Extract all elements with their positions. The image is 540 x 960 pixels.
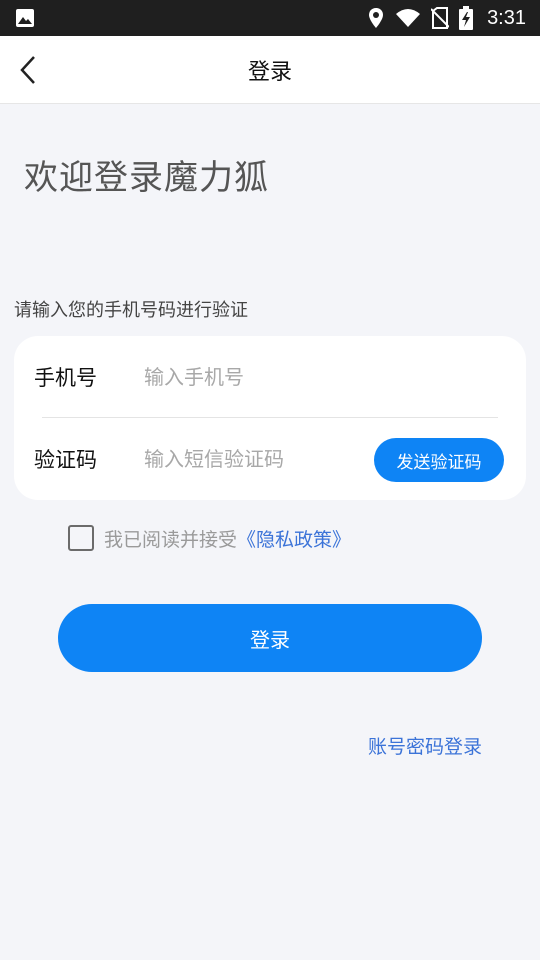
agreement-checkbox[interactable] xyxy=(68,525,94,551)
back-button[interactable] xyxy=(8,50,48,90)
send-code-button[interactable]: 发送验证码 xyxy=(374,438,504,482)
phone-label: 手机号 xyxy=(34,366,97,390)
no-sim-icon xyxy=(431,7,450,29)
code-label: 验证码 xyxy=(34,448,97,472)
phone-input[interactable] xyxy=(144,357,364,397)
privacy-policy-link[interactable]: 《隐私政策》 xyxy=(237,525,351,552)
battery-charging-icon xyxy=(459,6,474,30)
login-button[interactable]: 登录 xyxy=(58,604,482,672)
image-icon xyxy=(14,7,36,29)
agreement-text: 我已阅读并接受 xyxy=(104,528,238,551)
welcome-heading: 欢迎登录魔力狐 xyxy=(24,158,269,198)
status-time: 3:31 xyxy=(487,6,526,29)
phone-row: 手机号 xyxy=(14,336,526,418)
verification-prompt: 请输入您的手机号码进行验证 xyxy=(14,300,248,321)
location-icon xyxy=(367,7,385,29)
agreement-row: 我已阅读并接受 《隐私政策》 xyxy=(68,524,351,552)
code-input[interactable] xyxy=(144,439,364,479)
app-bar: 登录 xyxy=(0,36,540,104)
login-form-card: 手机号 验证码 发送验证码 xyxy=(14,336,526,500)
page-title: 登录 xyxy=(247,59,292,85)
wifi-icon xyxy=(395,8,421,28)
chevron-left-icon xyxy=(18,54,38,86)
password-login-link[interactable]: 账号密码登录 xyxy=(368,732,482,759)
status-bar: 3:31 xyxy=(0,0,540,36)
code-row: 验证码 发送验证码 xyxy=(14,418,526,500)
